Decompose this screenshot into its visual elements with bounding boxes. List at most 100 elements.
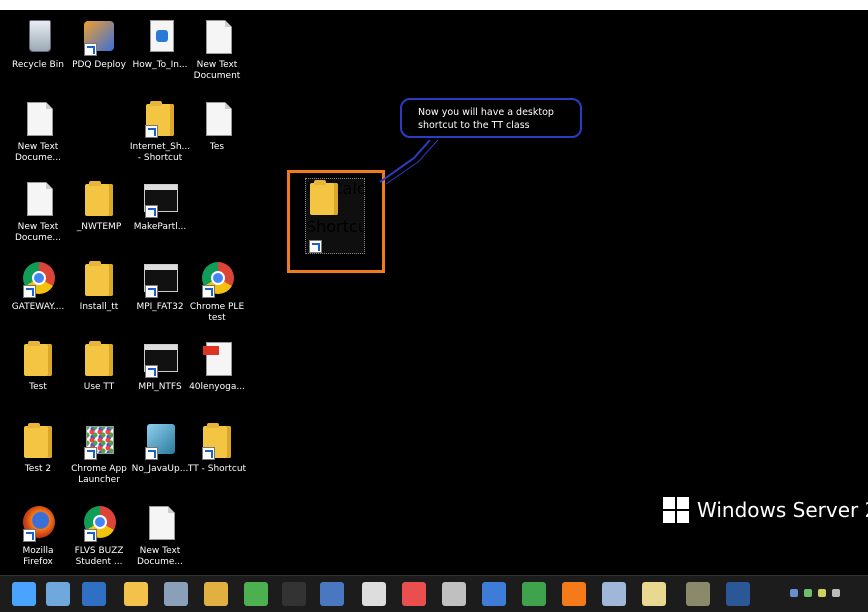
pdf-icon [199, 340, 235, 378]
desktop-icon-label: Tes [209, 142, 225, 152]
tray-network-icon[interactable] [832, 589, 840, 597]
folder-icon [20, 340, 56, 378]
os-brand-text: Windows Server 20 [697, 498, 868, 522]
shortcut-arrow-icon [145, 205, 158, 218]
chrome-icon [81, 504, 117, 542]
desktop-icon-test-2[interactable]: Test 2 [5, 418, 71, 496]
desktop-icon-label: MakePartl... [133, 222, 187, 232]
os-brand: Windows Server 20 [663, 496, 868, 525]
shortcut-arrow-icon [84, 529, 97, 542]
folder-icon [81, 260, 117, 298]
desktop-icon-label: Chrome App Launcher [71, 464, 127, 485]
folder-icon [20, 422, 56, 460]
tools-icon[interactable] [442, 582, 466, 606]
windows-logo-icon [663, 496, 689, 523]
desktop-icon-use-tt[interactable]: Use TT [66, 336, 132, 414]
media-icon [142, 18, 178, 56]
desktop-icon-label: New Text Docume... [15, 142, 61, 163]
folder-icon [81, 340, 117, 378]
desktop-icon-label: FLVS BUZZ Student ... [74, 546, 124, 567]
firefox-icon[interactable] [562, 582, 586, 606]
desktop-icon-flvs-buzz-student[interactable]: FLVS BUZZ Student ... [66, 500, 132, 575]
shortcut-arrow-icon [23, 529, 36, 542]
desktop-icon-label: Mozilla Firefox [22, 546, 54, 567]
desktop-icon-chrome-ple-test[interactable]: Chrome PLE test [184, 256, 250, 334]
desktop-icon-label: New Text Docume... [15, 222, 61, 243]
desktop-icon-label: TT - Shortcut [187, 464, 247, 474]
doc-icon [20, 180, 56, 218]
callout-bubble: Now you will have a desktop shortcut to … [400, 98, 582, 138]
desktop-icon-pdq-deploy[interactable]: PDQ Deploy [66, 14, 132, 92]
shortcut-arrow-icon [145, 125, 158, 138]
desktop-icon-label: _NWTEMP [76, 222, 122, 232]
desktop-icon-label: PDQ Deploy [72, 60, 126, 70]
shortcut-arrow-icon [202, 285, 215, 298]
soccer-ball-icon[interactable] [362, 582, 386, 606]
desktop-icon-label: GATEWAY.... [11, 302, 65, 312]
doc-icon [199, 100, 235, 138]
desktop-icon-new-text-docume[interactable]: New Text Docume... [127, 500, 193, 575]
word-icon[interactable] [726, 582, 750, 606]
folder-icon [142, 100, 178, 138]
windows-start-icon[interactable] [12, 582, 36, 606]
shield-icon[interactable] [320, 582, 344, 606]
desktop-icon-mozilla-firefox[interactable]: Mozilla Firefox [5, 500, 71, 575]
desktop-icon-40lenyoga[interactable]: 40lenyoga... [184, 336, 250, 414]
desktop-icon-gateway[interactable]: GATEWAY.... [5, 256, 71, 334]
chrome-icon[interactable] [522, 582, 546, 606]
doc-icon [142, 504, 178, 542]
tray-flag-icon[interactable] [818, 589, 826, 597]
desktop-icon-precalc-shortcut[interactable]: PreCalc - Shortcut [305, 178, 374, 254]
desktop-icon-recycle-bin[interactable]: Recycle Bin [5, 14, 71, 92]
desktop-icon-nwtemp[interactable]: _NWTEMP [66, 176, 132, 254]
network-icon[interactable] [244, 582, 268, 606]
shortcut-arrow-icon [202, 447, 215, 460]
desktop-icon-tes[interactable]: Tes [184, 96, 250, 174]
desktop-icon-tt-shortcut[interactable]: TT - Shortcut [184, 418, 250, 496]
cmd-icon [142, 180, 178, 218]
desktop-icon-label: 40lenyoga... [189, 382, 245, 392]
tray-sync-icon[interactable] [804, 589, 812, 597]
desktop-icon-new-text-docume[interactable]: New Text Docume... [5, 176, 71, 254]
disk-icon[interactable] [602, 582, 626, 606]
shortcut-arrow-icon [145, 365, 158, 378]
app-launcher-icon[interactable] [402, 582, 426, 606]
desktop-icon-label: Test 2 [24, 464, 52, 474]
folder-icon [81, 180, 117, 218]
doc-icon [20, 100, 56, 138]
file-explorer-icon[interactable] [124, 582, 148, 606]
powershell-icon[interactable] [82, 582, 106, 606]
desktop-icon-install-tt[interactable]: Install_tt [66, 256, 132, 334]
desktop: Recycle Bin PDQ Deploy How_To_In... New Tex… [0, 10, 868, 575]
notepad-icon[interactable] [642, 582, 666, 606]
shortcut-arrow-icon [23, 285, 36, 298]
java-icon [142, 422, 178, 460]
shortcut-arrow-icon [145, 285, 158, 298]
doc-icon [199, 18, 235, 56]
desktop-icon-makepartl[interactable]: MakePartl... [127, 176, 193, 254]
desktop-icon-label: Install_tt [79, 302, 119, 312]
desktop-icon-new-text-document[interactable]: New Text Document [184, 14, 250, 92]
shortcut-arrow-icon [309, 240, 322, 253]
desktop-icon-chrome-app-launcher[interactable]: Chrome App Launcher [66, 418, 132, 496]
desktop-icon-label: Recycle Bin [12, 60, 64, 70]
folder-icon [199, 422, 235, 460]
desktop-icon-new-text-docume[interactable]: New Text Docume... [5, 96, 71, 174]
bin-icon [20, 18, 56, 56]
chrome-icon [199, 260, 235, 298]
desktop-icon-label: New Text Document [193, 60, 241, 81]
launcher-icon [81, 422, 117, 460]
pdq-icon [81, 18, 117, 56]
cmd-icon [142, 260, 178, 298]
calculator-icon[interactable] [164, 582, 188, 606]
user-icon[interactable] [204, 582, 228, 606]
shortcut-arrow-icon [84, 447, 97, 460]
desktop-icon-label: Chrome PLE test [189, 302, 245, 323]
command-prompt-icon[interactable] [282, 582, 306, 606]
remote-desktop-icon[interactable] [482, 582, 506, 606]
tray-app-icon[interactable] [790, 589, 798, 597]
precalc-icon[interactable] [686, 582, 710, 606]
server-manager-icon[interactable] [46, 582, 70, 606]
firefox-icon [20, 504, 56, 542]
desktop-icon-test[interactable]: Test [5, 336, 71, 414]
